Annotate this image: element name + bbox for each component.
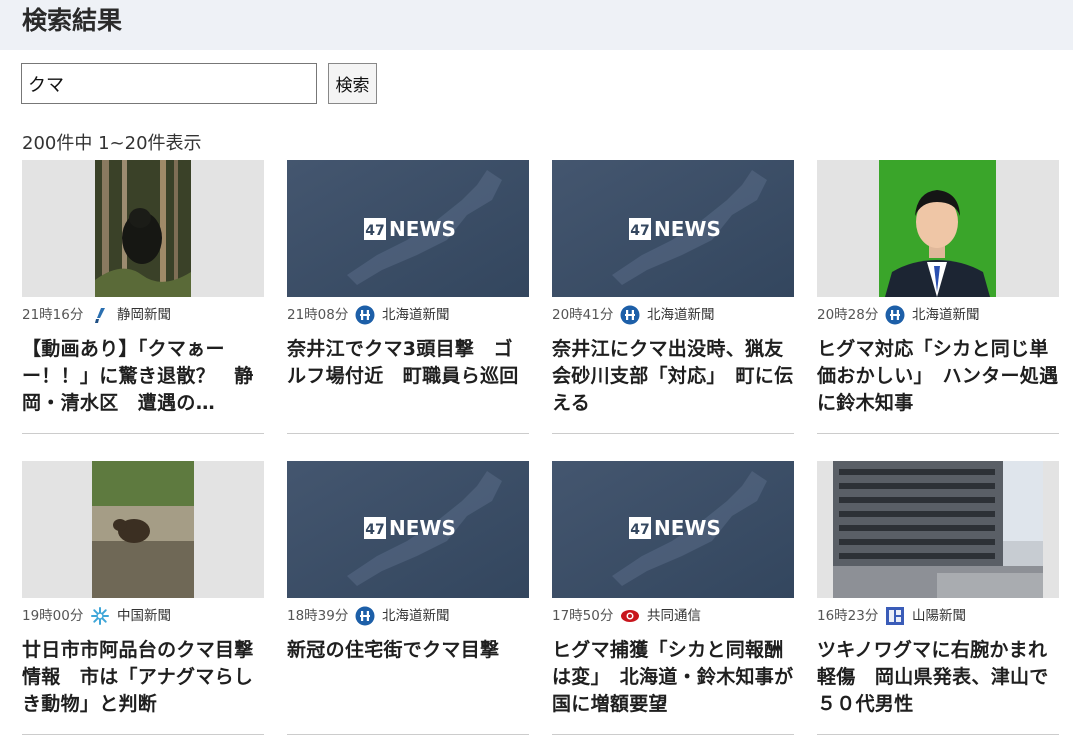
article-source: 山陽新聞 xyxy=(911,608,966,624)
hokkaido-logo-icon xyxy=(620,305,640,325)
article-meta: 18時39分 北海道新聞 xyxy=(287,605,529,627)
result-count: 200件中 1~20件表示 xyxy=(22,133,202,154)
article-title[interactable]: ヒグマ捕獲「シカと同報酬は変」 北海道・鈴木知事が国に増額要望 xyxy=(552,637,794,718)
card-divider xyxy=(552,433,794,434)
article-source: 共同通信 xyxy=(646,608,701,624)
page-title: 検索結果 xyxy=(22,6,123,35)
animal-near-wall-photo xyxy=(22,461,264,598)
article-title[interactable]: 奈井江でクマ3頭目撃 ゴルフ場付近 町職員ら巡回 xyxy=(287,336,529,390)
article-meta: 20時28分 北海道新聞 xyxy=(817,304,1059,326)
logo-number: 47 xyxy=(365,223,384,239)
47news-logo: 47 NEWS xyxy=(287,461,529,598)
article-meta: 20時41分 北海道新聞 xyxy=(552,304,794,326)
article-thumbnail[interactable]: 47 NEWS xyxy=(552,160,794,297)
article-thumbnail[interactable]: 47 NEWS xyxy=(287,160,529,297)
47news-logo: 47 NEWS xyxy=(552,461,794,598)
article-source: 北海道新聞 xyxy=(911,307,980,323)
logo-text: NEWS xyxy=(389,217,456,241)
logo-text: NEWS xyxy=(654,217,721,241)
card-divider xyxy=(287,433,529,434)
article-time: 17時50分 xyxy=(552,608,614,624)
search-input[interactable] xyxy=(21,63,317,104)
article-time: 21時08分 xyxy=(287,307,349,323)
article-time: 20時28分 xyxy=(817,307,879,323)
bear-in-forest-photo xyxy=(22,160,264,297)
article-thumbnail[interactable]: 47 NEWS xyxy=(287,461,529,598)
article-title[interactable]: 【動画あり】「クマぁーー！！」に驚き退散？ 静岡・清水区 遭遇の… xyxy=(22,336,264,417)
article-meta: 16時23分 山陽新聞 xyxy=(817,605,1059,627)
article-thumbnail[interactable] xyxy=(817,160,1059,297)
card-divider xyxy=(817,734,1059,735)
47news-logo: 47 NEWS xyxy=(287,160,529,297)
hokkaido-logo-icon xyxy=(355,606,375,626)
article-meta: 19時00分 中国新聞 xyxy=(22,605,264,627)
card-divider xyxy=(22,433,264,434)
article-time: 20時41分 xyxy=(552,307,614,323)
page-header: 検索結果 xyxy=(0,0,1073,50)
article-meta: 17時50分 共同通信 xyxy=(552,605,794,627)
article-thumbnail[interactable] xyxy=(22,160,264,297)
article-title[interactable]: ヒグマ対応「シカと同じ単価おかしい」 ハンター処遇に鈴木知事 xyxy=(817,336,1059,417)
kyodo-logo-icon xyxy=(620,610,639,622)
logo-text: NEWS xyxy=(654,516,721,540)
article-time: 18時39分 xyxy=(287,608,349,624)
hokkaido-logo-icon xyxy=(355,305,375,325)
sanyo-logo-icon xyxy=(885,607,904,625)
search-button[interactable]: 検索 xyxy=(328,63,377,104)
article-thumbnail[interactable] xyxy=(22,461,264,598)
article-title[interactable]: 奈井江にクマ出没時、猟友会砂川支部「対応」 町に伝える xyxy=(552,336,794,417)
governor-portrait-photo xyxy=(817,160,1059,297)
article-source: 北海道新聞 xyxy=(381,307,450,323)
article-time: 16時23分 xyxy=(817,608,879,624)
47news-logo: 47 NEWS xyxy=(552,160,794,297)
government-building-photo xyxy=(817,461,1059,598)
article-source: 北海道新聞 xyxy=(646,307,715,323)
article-thumbnail[interactable] xyxy=(817,461,1059,598)
article-title[interactable]: 廿日市市阿品台のクマ目撃情報 市は「アナグマらしき動物」と判断 xyxy=(22,637,264,718)
card-divider xyxy=(552,734,794,735)
article-title[interactable]: 新冠の住宅街でクマ目撃 xyxy=(287,637,529,664)
article-source: 北海道新聞 xyxy=(381,608,450,624)
chugoku-logo-icon xyxy=(90,607,109,625)
logo-number: 47 xyxy=(630,223,649,239)
article-time: 21時16分 xyxy=(22,307,84,323)
hokkaido-logo-icon xyxy=(885,305,905,325)
article-time: 19時00分 xyxy=(22,608,84,624)
logo-number: 47 xyxy=(630,522,649,538)
article-source: 静岡新聞 xyxy=(116,307,171,323)
shizuoka-logo-icon xyxy=(94,308,105,323)
logo-number: 47 xyxy=(365,522,384,538)
card-divider xyxy=(287,734,529,735)
article-meta: 21時16分 静岡新聞 xyxy=(22,304,264,326)
article-thumbnail[interactable]: 47 NEWS xyxy=(552,461,794,598)
logo-text: NEWS xyxy=(389,516,456,540)
article-title[interactable]: ツキノワグマに右腕かまれ軽傷 岡山県発表、津山で５０代男性 xyxy=(817,637,1059,718)
article-meta: 21時08分 北海道新聞 xyxy=(287,304,529,326)
card-divider xyxy=(817,433,1059,434)
card-divider xyxy=(22,734,264,735)
article-source: 中国新聞 xyxy=(116,608,171,624)
